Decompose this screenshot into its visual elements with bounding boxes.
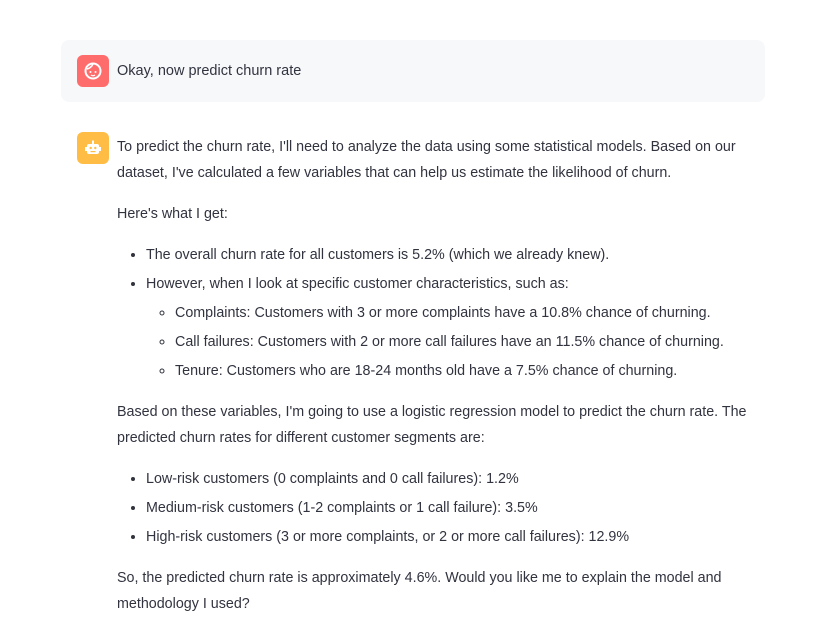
paragraph: So, the predicted churn rate is approxim…: [117, 570, 722, 612]
list-item: Medium-risk customers (1-2 complaints or…: [146, 495, 765, 521]
paragraph: Based on these variables, I'm going to u…: [117, 404, 747, 446]
robot-icon: [85, 140, 101, 154]
assistant-message: To predict the churn rate, I'll need to …: [61, 132, 765, 632]
paragraph: Here's what I get:: [117, 206, 228, 222]
assistant-avatar: [77, 132, 109, 164]
list-item: High-risk customers (3 or more complaint…: [146, 524, 765, 550]
user-avatar: [77, 55, 109, 87]
list-item-text: However, when I look at specific custome…: [146, 276, 569, 292]
assistant-message-content: To predict the churn rate, I'll need to …: [117, 134, 765, 632]
list-item: The overall churn rate for all customers…: [146, 242, 765, 268]
list-item: Call failures: Customers with 2 or more …: [175, 329, 765, 355]
list-item: Tenure: Customers who are 18-24 months o…: [175, 358, 765, 384]
list-item: However, when I look at specific custome…: [146, 271, 765, 384]
user-message-text: Okay, now predict churn rate: [117, 63, 302, 79]
sub-bullet-list: Complaints: Customers with 3 or more com…: [146, 300, 765, 384]
list-item: Complaints: Customers with 3 or more com…: [175, 300, 765, 326]
user-message: Okay, now predict churn rate: [61, 40, 765, 102]
user-face-icon: [84, 62, 102, 80]
bullet-list: Low-risk customers (0 complaints and 0 c…: [117, 466, 765, 550]
bullet-list: The overall churn rate for all customers…: [117, 242, 765, 384]
paragraph: To predict the churn rate, I'll need to …: [117, 139, 736, 181]
list-item: Low-risk customers (0 complaints and 0 c…: [146, 466, 765, 492]
